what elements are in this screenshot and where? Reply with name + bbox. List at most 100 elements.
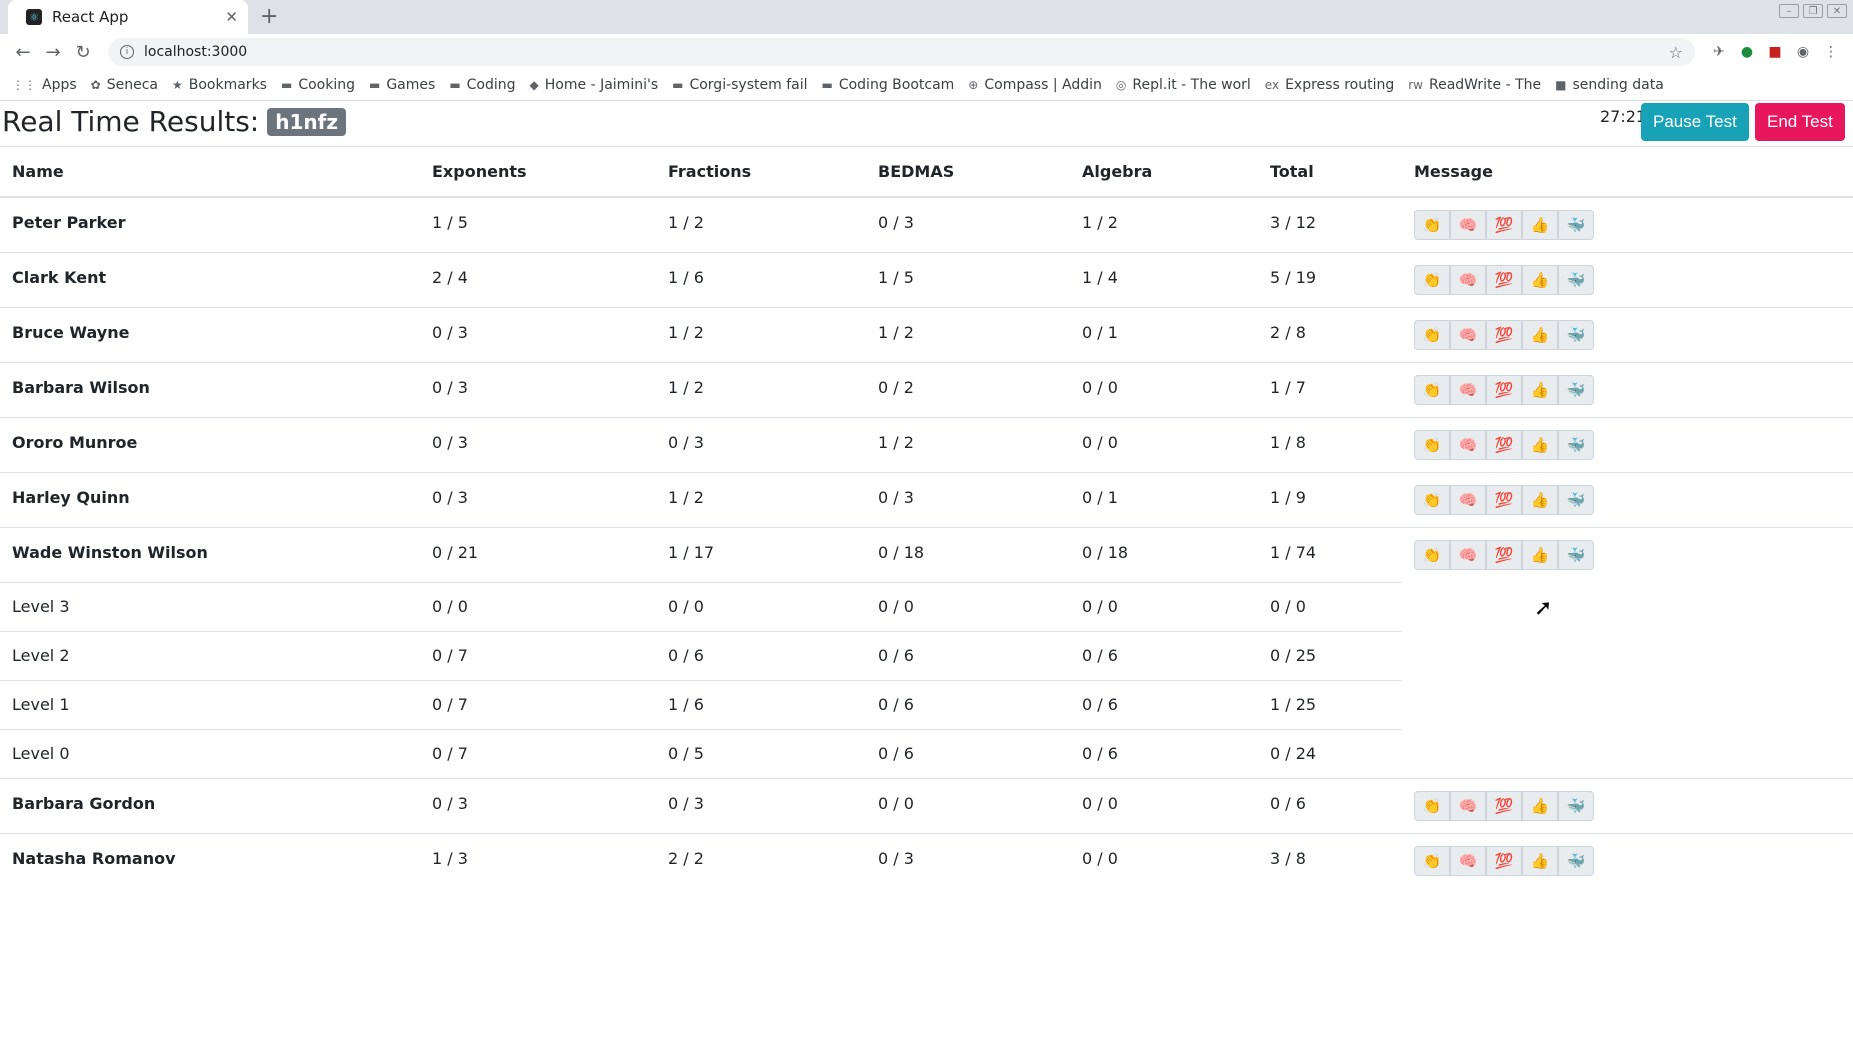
extension-green-icon[interactable]: ● — [1733, 44, 1761, 60]
bookmark-item[interactable]: ⋮⋮ Apps — [12, 77, 77, 93]
whale-emoji-button[interactable]: 🐳 — [1558, 429, 1594, 460]
brain-emoji-button[interactable]: 🧠 — [1450, 845, 1486, 876]
extension-icon[interactable]: ✈ — [1705, 44, 1733, 60]
score-cell: 0 / 6 — [1070, 630, 1258, 680]
bookmark-item[interactable]: ★ Bookmarks — [172, 77, 267, 93]
close-icon[interactable]: ✕ — [225, 8, 238, 26]
column-header: Total — [1258, 147, 1402, 198]
score-cell: 0 / 18 — [1070, 526, 1258, 582]
bookmark-icon: ◎ — [1115, 78, 1127, 92]
browser-tab[interactable]: ⚛ React App ✕ — [8, 0, 248, 34]
bookmark-item[interactable]: ▬ Corgi-system fail — [672, 77, 807, 93]
clap-emoji-button[interactable]: 👏 — [1414, 790, 1450, 821]
clap-emoji-button[interactable]: 👏 — [1414, 484, 1450, 515]
whale-emoji-button[interactable]: 🐳 — [1558, 484, 1594, 515]
bookmark-item[interactable]: ex Express routing — [1265, 77, 1394, 93]
score-cell: 3 / 8 — [1258, 832, 1402, 888]
thumbs-up-emoji-button[interactable]: 👍 — [1522, 790, 1558, 821]
clap-emoji-button[interactable]: 👏 — [1414, 319, 1450, 350]
window-close-icon[interactable]: ✕ — [1827, 4, 1847, 18]
thumbs-up-emoji-button[interactable]: 👍 — [1522, 539, 1558, 570]
bookmark-item[interactable]: ■ sending data — [1555, 77, 1664, 93]
clap-emoji-button[interactable]: 👏 — [1414, 210, 1450, 240]
message-cell: 👏 🧠 💯 👍 🐳 — [1402, 196, 1853, 252]
app-header: Real Time Results: h1nfz 27:21 Pause Tes… — [0, 101, 1853, 147]
thumbs-up-emoji-button[interactable]: 👍 — [1522, 319, 1558, 350]
bookmark-label: Coding — [466, 77, 516, 93]
extension-red-icon[interactable]: ■ — [1761, 44, 1789, 60]
profile-icon[interactable]: ◉ — [1789, 44, 1817, 60]
bookmark-icon: ⊕ — [968, 78, 979, 92]
bookmark-item[interactable]: ◆ Home - Jaimini's — [530, 77, 659, 93]
info-icon[interactable]: i — [120, 45, 134, 59]
brain-emoji-button[interactable]: 🧠 — [1450, 539, 1486, 570]
whale-emoji-button[interactable]: 🐳 — [1558, 539, 1594, 570]
hundred-emoji-button[interactable]: 💯 — [1486, 539, 1522, 570]
bookmarks-bar: ⋮⋮ Apps ✿ Seneca ★ Bookmarks ▬ Cooking ▬ Games ▬ Co… — [0, 70, 1853, 101]
bookmark-item[interactable]: ✿ Seneca — [91, 77, 158, 93]
hundred-emoji-button[interactable]: 💯 — [1486, 264, 1522, 295]
thumbs-up-emoji-button[interactable]: 👍 — [1522, 845, 1558, 876]
score-cell: 1 / 3 — [420, 832, 656, 888]
hundred-emoji-button[interactable]: 💯 — [1486, 210, 1522, 240]
bookmark-icon: ▬ — [368, 78, 381, 92]
reload-icon[interactable]: ↻ — [68, 42, 98, 63]
whale-emoji-button[interactable]: 🐳 — [1558, 264, 1594, 295]
clap-emoji-button[interactable]: 👏 — [1414, 539, 1450, 570]
pause-test-button[interactable]: Pause Test — [1641, 103, 1749, 141]
back-icon[interactable]: ← — [8, 42, 38, 63]
score-cell: 0 / 0 — [1070, 581, 1258, 631]
brain-emoji-button[interactable]: 🧠 — [1450, 484, 1486, 515]
bookmark-item[interactable]: ▬ Cooking — [281, 77, 355, 93]
end-test-button[interactable]: End Test — [1755, 103, 1845, 141]
minimize-icon[interactable]: – — [1779, 4, 1799, 18]
brain-emoji-button[interactable]: 🧠 — [1450, 374, 1486, 405]
thumbs-up-emoji-button[interactable]: 👍 — [1522, 484, 1558, 515]
clap-emoji-button[interactable]: 👏 — [1414, 429, 1450, 460]
bookmark-label: Cooking — [298, 77, 355, 93]
clap-emoji-button[interactable]: 👏 — [1414, 845, 1450, 876]
brain-emoji-button[interactable]: 🧠 — [1450, 210, 1486, 240]
hundred-emoji-button[interactable]: 💯 — [1486, 790, 1522, 821]
brain-emoji-button[interactable]: 🧠 — [1450, 429, 1486, 460]
hundred-emoji-button[interactable]: 💯 — [1486, 845, 1522, 876]
score-cell: 0 / 3 — [420, 306, 656, 362]
address-bar[interactable]: i localhost:3000 ☆ — [108, 38, 1695, 66]
score-cell: 1 / 9 — [1258, 471, 1402, 527]
thumbs-up-emoji-button[interactable]: 👍 — [1522, 429, 1558, 460]
bookmark-item[interactable]: ▬ Coding Bootcam — [821, 77, 954, 93]
score-cell: 1 / 6 — [656, 251, 866, 307]
whale-emoji-button[interactable]: 🐳 — [1558, 319, 1594, 350]
star-icon[interactable]: ☆ — [1669, 43, 1683, 62]
clap-emoji-button[interactable]: 👏 — [1414, 264, 1450, 295]
maximize-icon[interactable]: ❐ — [1803, 4, 1823, 18]
timer: 27:21 — [1600, 107, 1647, 126]
brain-emoji-button[interactable]: 🧠 — [1450, 264, 1486, 295]
hundred-emoji-button[interactable]: 💯 — [1486, 429, 1522, 460]
bookmark-item[interactable]: ◎ Repl.it - The worl — [1116, 77, 1251, 93]
whale-emoji-button[interactable]: 🐳 — [1558, 374, 1594, 405]
bookmark-item[interactable]: rw ReadWrite - The — [1408, 77, 1541, 93]
forward-icon[interactable]: → — [38, 42, 68, 63]
score-cell: 1 / 2 — [866, 306, 1070, 362]
clap-emoji-button[interactable]: 👏 — [1414, 374, 1450, 405]
hundred-emoji-button[interactable]: 💯 — [1486, 319, 1522, 350]
menu-icon[interactable]: ⋮ — [1817, 44, 1845, 60]
new-tab-button[interactable]: + — [260, 4, 278, 29]
thumbs-up-emoji-button[interactable]: 👍 — [1522, 210, 1558, 240]
hundred-emoji-button[interactable]: 💯 — [1486, 374, 1522, 405]
hundred-emoji-button[interactable]: 💯 — [1486, 484, 1522, 515]
whale-emoji-button[interactable]: 🐳 — [1558, 210, 1594, 240]
whale-emoji-button[interactable]: 🐳 — [1558, 790, 1594, 821]
bookmark-label: Bookmarks — [188, 77, 267, 93]
thumbs-up-emoji-button[interactable]: 👍 — [1522, 264, 1558, 295]
whale-emoji-button[interactable]: 🐳 — [1558, 845, 1594, 876]
brain-emoji-button[interactable]: 🧠 — [1450, 790, 1486, 821]
bookmark-item[interactable]: ⊕ Compass | Addin — [968, 77, 1102, 93]
brain-emoji-button[interactable]: 🧠 — [1450, 319, 1486, 350]
bookmark-item[interactable]: ▬ Coding — [449, 77, 515, 93]
thumbs-up-emoji-button[interactable]: 👍 — [1522, 374, 1558, 405]
student-row: Wade Winston Wilson 0 / 21 1 / 17 0 / 18 0 /… — [0, 526, 1853, 582]
tab-title: React App — [52, 8, 129, 26]
bookmark-item[interactable]: ▬ Games — [369, 77, 435, 93]
